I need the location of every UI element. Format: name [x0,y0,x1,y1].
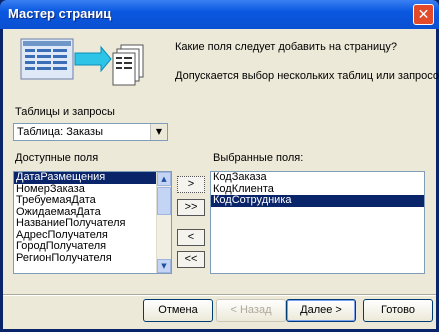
tables-combo[interactable]: Таблица: Заказы ▼ [13,123,168,141]
available-field-item[interactable]: ТребуемаяДата [14,194,171,207]
available-fields-list[interactable]: ДатаРазмещения НомерЗаказа ТребуемаяДата Ож… [13,171,172,274]
tables-combo-value: Таблица: Заказы [17,126,104,138]
wizard-window: Мастер страниц ✕ Какие поля следует доба… [0,0,439,332]
selected-field-item[interactable]: КодСотрудника [211,194,424,207]
chevron-down-icon[interactable]: ▼ [150,124,167,140]
footer-separator [3,294,436,296]
dialog-body: Какие поля следует добавить на страницу?… [3,29,439,329]
available-fields-label: Доступные поля [15,152,99,164]
tables-label: Таблицы и запросы [15,106,115,118]
selected-field-item[interactable]: КодЗаказа [211,172,424,184]
available-scrollbar[interactable]: ▲ ▼ [156,172,171,273]
prompt-hint: Допускается выбор нескольких таблиц или … [175,70,439,82]
scroll-thumb[interactable] [157,187,171,215]
wizard-illustration [13,35,149,89]
remove-field-button[interactable]: < [177,229,205,246]
finish-button[interactable]: Готово [363,299,433,322]
scroll-up-icon[interactable]: ▲ [157,172,171,186]
cancel-button[interactable]: Отмена [143,299,213,322]
available-field-item[interactable]: ГородПолучателя [14,240,171,253]
scroll-down-icon[interactable]: ▼ [157,259,171,273]
back-button[interactable]: < Назад [216,299,286,322]
available-field-item[interactable]: РегионПолучателя [14,252,171,265]
add-all-fields-button[interactable]: >> [177,199,205,216]
remove-all-fields-button[interactable]: << [177,251,205,268]
available-field-item[interactable]: ДатаРазмещения [14,172,171,184]
prompt-question: Какие поля следует добавить на страницу? [175,41,398,53]
window-title: Мастер страниц [8,6,112,21]
add-field-button[interactable]: > [177,176,205,193]
available-field-item[interactable]: НазваниеПолучателя [14,217,171,230]
close-icon[interactable]: ✕ [413,4,434,25]
next-button[interactable]: Далее > [286,299,356,322]
title-bar[interactable]: Мастер страниц ✕ [0,0,439,29]
selected-fields-list[interactable]: КодЗаказа КодКлиента КодСотрудника [210,171,425,274]
selected-fields-label: Выбранные поля: [213,152,304,164]
